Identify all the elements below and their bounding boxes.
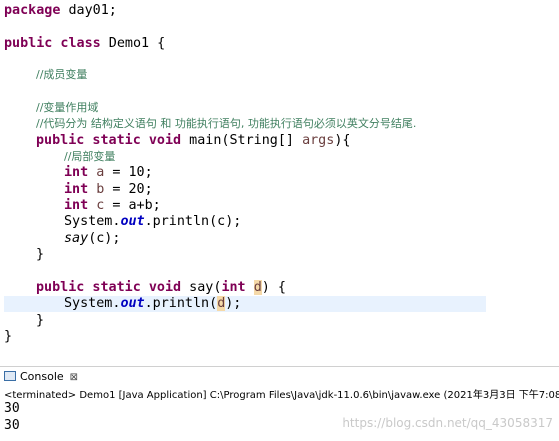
code-line-main[interactable]: public static void main(String[] args){ <box>36 133 350 149</box>
code-line-current[interactable]: System.out.println(d); <box>4 296 486 312</box>
code-line[interactable]: int b = 20; <box>64 182 153 198</box>
watermark: https://blog.csdn.net/qq_43058317 <box>342 416 553 430</box>
code-line[interactable]: } <box>4 329 12 345</box>
console-view-header: Console ⊠ <box>0 366 559 387</box>
code-line[interactable]: say(c); <box>64 231 120 247</box>
code-line[interactable]: int c = a+b; <box>64 198 161 214</box>
code-line-say[interactable]: public static void say(int d) { <box>36 280 286 296</box>
code-line-class[interactable]: public class Demo1 { <box>4 36 165 52</box>
console-output-line: 30 <box>4 418 20 433</box>
code-comment[interactable]: //局部变量 <box>64 149 115 165</box>
terminated-status: <terminated> Demo1 [Java Application] C:… <box>4 390 559 401</box>
code-comment[interactable]: //代码分为 结构定义语句 和 功能执行语句, 功能执行语句必须以英文分号结尾. <box>36 116 416 132</box>
code-line[interactable]: int a = 10; <box>64 165 153 181</box>
console-output-line: 30 <box>4 401 20 416</box>
code-line-package[interactable]: package day01; <box>4 3 117 19</box>
tab-console[interactable]: Console ⊠ <box>4 370 78 383</box>
code-line[interactable]: } <box>36 247 44 263</box>
code-editor[interactable]: package day01; public class Demo1 { //成员… <box>0 0 559 358</box>
close-icon[interactable]: ⊠ <box>70 372 78 383</box>
code-line[interactable]: System.out.println(c); <box>64 214 241 230</box>
code-comment[interactable]: //变量作用域 <box>36 100 98 116</box>
console-icon <box>4 371 16 381</box>
code-comment[interactable]: //成员变量 <box>36 67 87 83</box>
code-line[interactable]: } <box>36 313 44 329</box>
